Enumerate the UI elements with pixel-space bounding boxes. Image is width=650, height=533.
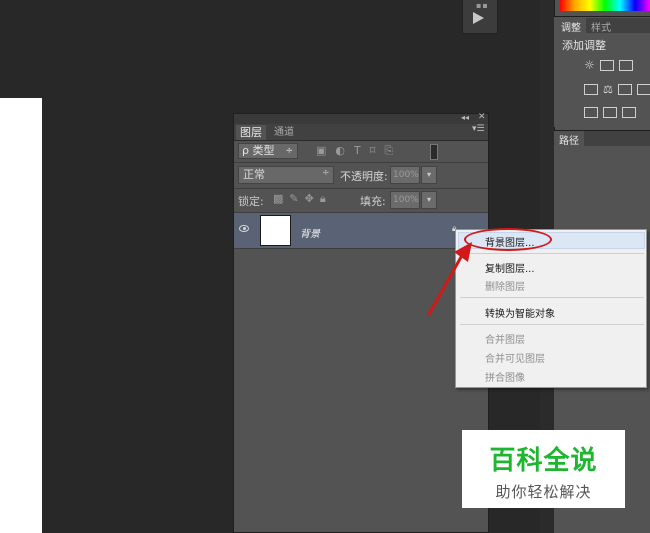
lock-label: 锁定:: [238, 195, 264, 208]
smart-object-filter-icon[interactable]: ⎘: [384, 144, 393, 158]
filter-kind-select[interactable]: ρ 类型 ÷: [238, 143, 298, 159]
lock-all-icon[interactable]: 🔒︎: [320, 192, 326, 206]
annotation-arrow-icon: [427, 242, 472, 316]
panel-titlebar[interactable]: [234, 114, 488, 124]
menu-divider: [460, 253, 644, 254]
menu-item-flatten-image[interactable]: 拼合图像: [485, 369, 525, 384]
opacity-dropdown-button[interactable]: ▾: [421, 166, 437, 184]
fill-label: 填充:: [360, 195, 386, 208]
filter-icons: ▣ ◐ T ⌑ ⎘: [316, 144, 393, 158]
threshold-icon[interactable]: [622, 107, 636, 118]
divider: [234, 188, 488, 189]
play-icon[interactable]: [473, 12, 484, 24]
curves-icon[interactable]: [618, 60, 633, 71]
brightness-icon[interactable]: ☼: [584, 59, 595, 71]
adjustments-title: 添加调整: [562, 39, 606, 52]
blend-mode-select[interactable]: 正常: [238, 166, 334, 184]
eye-pupil: [243, 227, 246, 230]
paths-tabbar: 路径: [554, 130, 650, 148]
posterize-icon[interactable]: [603, 107, 617, 118]
tab-styles[interactable]: 样式: [586, 18, 616, 35]
lock-position-icon[interactable]: ✥: [305, 192, 314, 206]
menu-divider: [460, 324, 644, 325]
watermark-title: 百科全说: [489, 446, 598, 476]
menu-item-merge-visible[interactable]: 合并可见图层: [485, 350, 545, 365]
image-filter-icon[interactable]: ▣: [316, 144, 326, 158]
fill-dropdown-button[interactable]: ▾: [421, 191, 437, 209]
menu-item-convert-smart-object[interactable]: 转换为智能对象: [485, 305, 555, 320]
fill-input[interactable]: 100%: [390, 191, 420, 209]
divider: [234, 162, 488, 163]
close-icon[interactable]: ✕: [478, 112, 486, 122]
document-canvas[interactable]: [0, 98, 42, 533]
tab-layers[interactable]: 图层: [236, 125, 266, 140]
layer-thumbnail[interactable]: [260, 215, 291, 246]
adjustments-tabbar: 调整 样式: [556, 18, 650, 35]
type-filter-icon[interactable]: T: [354, 144, 361, 158]
select-arrow-icon: ÷: [285, 146, 293, 156]
lock-icons: ▩ ✎ ✥ 🔒︎: [273, 192, 326, 206]
tab-adjustments[interactable]: 调整: [556, 18, 586, 35]
invert-icon[interactable]: [584, 107, 598, 118]
select-arrow-icon: ÷: [322, 168, 330, 178]
collapse-icon[interactable]: ◂◂: [461, 113, 469, 122]
shape-filter-icon[interactable]: ⌑: [370, 144, 376, 158]
lock-transparent-icon[interactable]: ▩: [273, 192, 283, 206]
watermark-subtitle: 助你轻松解决: [495, 483, 592, 501]
black-white-icon[interactable]: [617, 84, 632, 95]
blend-mode-value: 正常: [243, 168, 265, 181]
filter-toggle[interactable]: [430, 144, 438, 160]
vibrance-icon[interactable]: [584, 84, 598, 95]
menu-item-duplicate-layer[interactable]: 复制图层...: [485, 260, 535, 275]
color-spectrum[interactable]: [560, 0, 650, 11]
opacity-input[interactable]: 100%: [390, 166, 420, 184]
adjustment-icons-row-1: ☼: [584, 59, 633, 71]
photo-filter-icon[interactable]: [636, 84, 650, 95]
menu-item-delete-layer[interactable]: 删除图层: [485, 278, 525, 293]
lock-image-icon[interactable]: ✎: [289, 192, 298, 206]
layer-name[interactable]: 背景: [300, 225, 320, 240]
adjustment-filter-icon[interactable]: ◐: [335, 144, 345, 158]
grip-icon: ▪▪: [476, 1, 489, 10]
adjustment-icons-row-3: [584, 107, 636, 118]
opacity-label: 不透明度:: [340, 170, 388, 183]
tab-channels[interactable]: 通道: [270, 125, 298, 140]
levels-icon[interactable]: [599, 60, 614, 71]
menu-item-merge-layers[interactable]: 合并图层: [485, 331, 525, 346]
adjustment-icons-row-2: ⚖: [584, 84, 650, 95]
filter-kind-label: ρ 类型: [242, 144, 275, 157]
panel-menu-icon[interactable]: ▾☰: [472, 124, 485, 134]
menu-divider: [460, 297, 644, 298]
color-balance-icon[interactable]: ⚖: [603, 84, 613, 95]
